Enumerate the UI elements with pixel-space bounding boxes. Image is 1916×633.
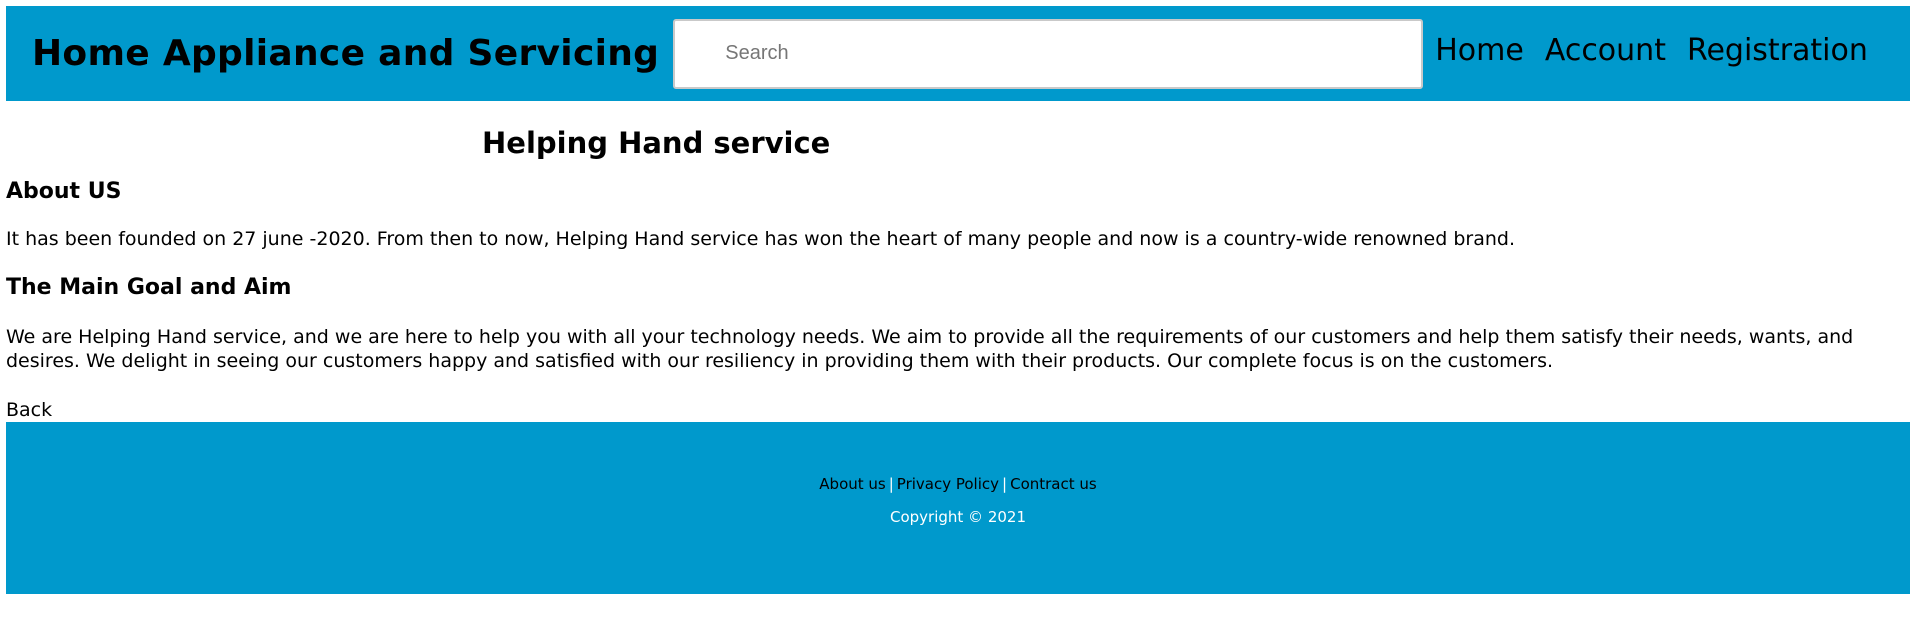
- main-nav: Home Account Registration: [1435, 33, 1889, 68]
- page: Home Appliance and Servicing Home Accoun…: [6, 6, 1910, 594]
- main-content: Helping Hand service About US It has bee…: [6, 126, 1910, 422]
- about-heading: About US: [6, 179, 122, 204]
- goal-text: We are Helping Hand service, and we are …: [6, 326, 1854, 372]
- site-footer: About us | Privacy Policy | Contract us Copy…: [6, 422, 1910, 594]
- page-title: Helping Hand service: [482, 126, 831, 160]
- footer-link-contract-us[interactable]: Contract us: [1010, 475, 1097, 493]
- site-header: Home Appliance and Servicing Home Accoun…: [6, 6, 1910, 101]
- footer-separator: |: [1002, 475, 1008, 493]
- footer-link-about-us[interactable]: About us: [819, 475, 885, 493]
- nav-link-registration[interactable]: Registration: [1687, 33, 1868, 68]
- nav-link-home[interactable]: Home: [1435, 33, 1524, 68]
- goal-heading: The Main Goal and Aim: [6, 275, 292, 300]
- copyright-text: Copyright © 2021: [889, 508, 1026, 526]
- back-link[interactable]: Back: [6, 398, 1910, 422]
- site-brand: Home Appliance and Servicing: [32, 33, 660, 74]
- footer-links: About us | Privacy Policy | Contract us: [6, 474, 1910, 494]
- search-box[interactable]: [673, 18, 1424, 89]
- footer-link-privacy-policy[interactable]: Privacy Policy: [897, 475, 999, 493]
- footer-separator: |: [888, 475, 894, 493]
- search-input[interactable]: [675, 20, 1422, 87]
- about-text: It has been founded on 27 june -2020. Fr…: [6, 228, 1516, 250]
- nav-link-account[interactable]: Account: [1545, 33, 1666, 68]
